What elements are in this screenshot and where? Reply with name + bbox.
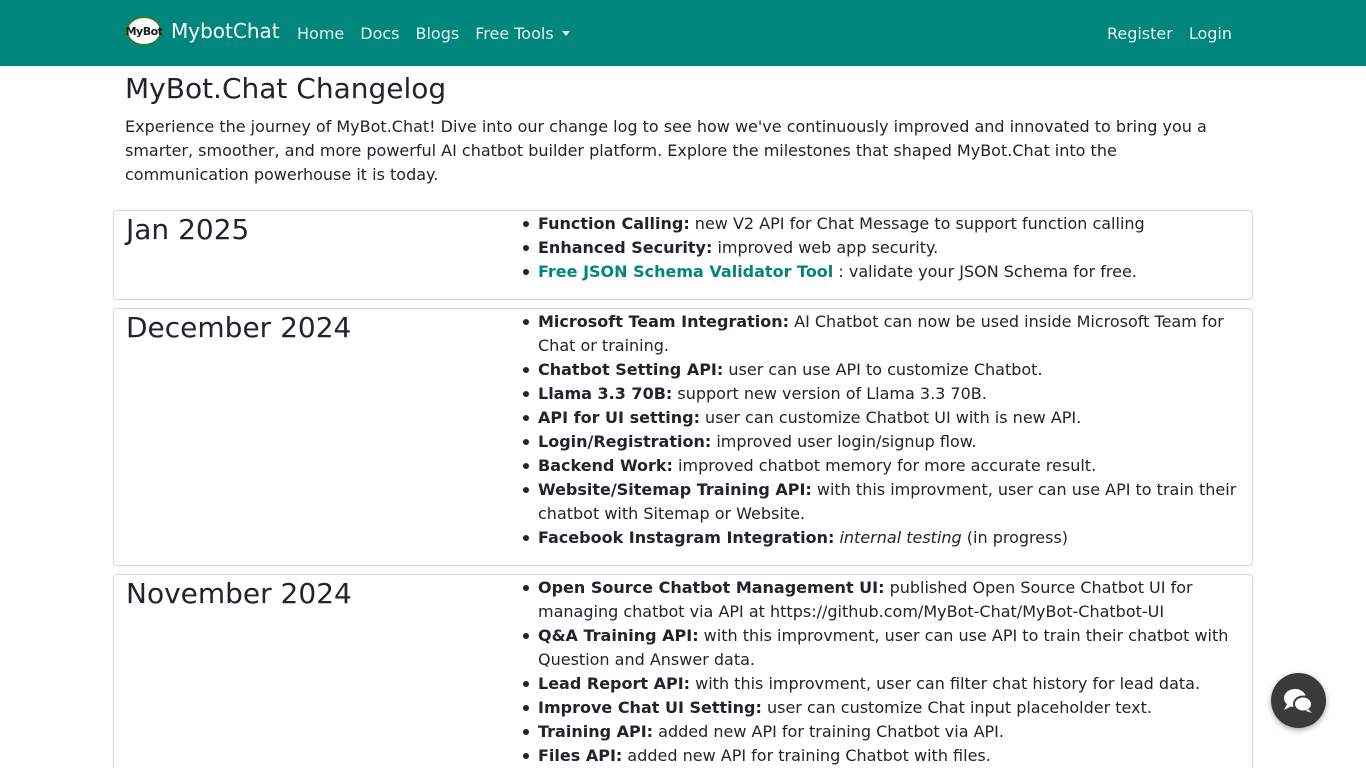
item-title: API for UI setting: [538,408,700,427]
mybot-logo-icon: MyBot [126,16,163,46]
item-text: improved user login/signup flow. [711,432,977,451]
brand-link[interactable]: MyBot MybotChat [126,15,280,47]
changelog-item: Free JSON Schema Validator Tool : valida… [523,260,1241,284]
item-title: Llama 3.3 70B: [538,384,673,403]
changelog-item: Q&A Training API: with this improvment, … [523,624,1241,672]
nav-docs-link[interactable]: Docs [352,24,407,43]
changelog-item: Chatbot Setting API: user can use API to… [523,358,1241,382]
changelog-item: Login/Registration: improved user login/… [523,430,1241,454]
changelog-item: Backend Work: improved chatbot memory fo… [523,454,1241,478]
item-text: added new API for training Chatbot via A… [653,722,1004,741]
register-link[interactable]: Register [1099,24,1181,43]
item-text: with this improvment, user can filter ch… [690,674,1201,693]
item-title: Facebook Instagram Integration: [538,528,835,547]
item-title: Chatbot Setting API: [538,360,724,379]
main-nav: Home Docs Blogs Free Tools [289,0,578,66]
item-title: Open Source Chatbot Management UI: [538,578,885,597]
changelog-item: Lead Report API: with this improvment, u… [523,672,1241,696]
item-text: added new API for training Chatbot with … [622,746,991,765]
changelog-item: Facebook Instagram Integration: internal… [523,526,1241,550]
changelog-item: Files API: added new API for training Ch… [523,744,1241,768]
changelog-card-nov-2024: November 2024 Open Source Chatbot Manage… [113,574,1253,768]
nav-home-link[interactable]: Home [289,24,352,43]
top-navbar: MyBot MybotChat Home Docs Blogs Free Too… [0,0,1366,66]
auth-nav: Register Login [1099,0,1240,66]
item-text: user can use API to customize Chatbot. [723,360,1043,379]
item-text: user can customize Chat input placeholde… [761,698,1152,717]
page-title: MyBot.Chat Changelog [125,72,447,105]
changelog-card-jan-2025: Jan 2025 Function Calling: new V2 API fo… [113,210,1253,300]
item-text: support new version of Llama 3.3 70B. [672,384,987,403]
nav-free-tools-dropdown[interactable]: Free Tools [467,24,577,43]
item-title: Website/Sitemap Training API: [538,480,812,499]
changelog-list: Open Source Chatbot Management UI: publi… [523,576,1241,768]
item-title: Improve Chat UI Setting: [538,698,762,717]
changelog-card-dec-2024: December 2024 Microsoft Team Integration… [113,308,1253,566]
item-title: Q&A Training API: [538,626,699,645]
changelog-item: Microsoft Team Integration: AI Chatbot c… [523,310,1241,358]
changelog-item: Open Source Chatbot Management UI: publi… [523,576,1241,624]
item-title: Training API: [538,722,654,741]
item-text: user can customize Chatbot UI with is ne… [699,408,1082,427]
changelog-item: Website/Sitemap Training API: with this … [523,478,1241,526]
page-intro: Experience the journey of MyBot.Chat! Di… [125,117,1207,184]
item-text: (in progress) [961,528,1069,547]
login-link[interactable]: Login [1181,24,1240,43]
item-title: Microsoft Team Integration: [538,312,790,331]
chat-launcher-button[interactable] [1271,673,1326,728]
item-text: improved web app security. [712,238,939,257]
caret-down-icon [561,30,570,36]
chat-bubbles-icon [1284,689,1313,713]
changelog-item: Improve Chat UI Setting: user can custom… [523,696,1241,720]
nav-blogs-link[interactable]: Blogs [408,24,468,43]
changelog-item: API for UI setting: user can customize C… [523,406,1241,430]
changelog-item: Enhanced Security: improved web app secu… [523,236,1241,260]
item-title: Login/Registration: [538,432,712,451]
item-italic: internal testing [839,528,962,547]
changelog-list: Microsoft Team Integration: AI Chatbot c… [523,310,1241,550]
item-title: Function Calling: [538,214,690,233]
item-title: Enhanced Security: [538,238,713,257]
changelog-month: Jan 2025 [126,213,250,246]
changelog-month: November 2024 [126,577,352,610]
changelog-list: Function Calling: new V2 API for Chat Me… [523,212,1241,284]
changelog-month: December 2024 [126,311,352,344]
json-schema-validator-link[interactable]: Free JSON Schema Validator Tool [538,262,833,281]
item-text: improved chatbot memory for more accurat… [672,456,1097,475]
item-text: new V2 API for Chat Message to support f… [689,214,1145,233]
item-title: Backend Work: [538,456,673,475]
changelog-item: Training API: added new API for training… [523,720,1241,744]
item-title: Files API: [538,746,623,765]
free-tools-label: Free Tools [475,23,554,43]
item-title: Lead Report API: [538,674,691,693]
changelog-item: Llama 3.3 70B: support new version of Ll… [523,382,1241,406]
changelog-item: Function Calling: new V2 API for Chat Me… [523,212,1241,236]
brand-name: MybotChat [171,19,280,43]
item-text: : validate your JSON Schema for free. [833,262,1137,281]
